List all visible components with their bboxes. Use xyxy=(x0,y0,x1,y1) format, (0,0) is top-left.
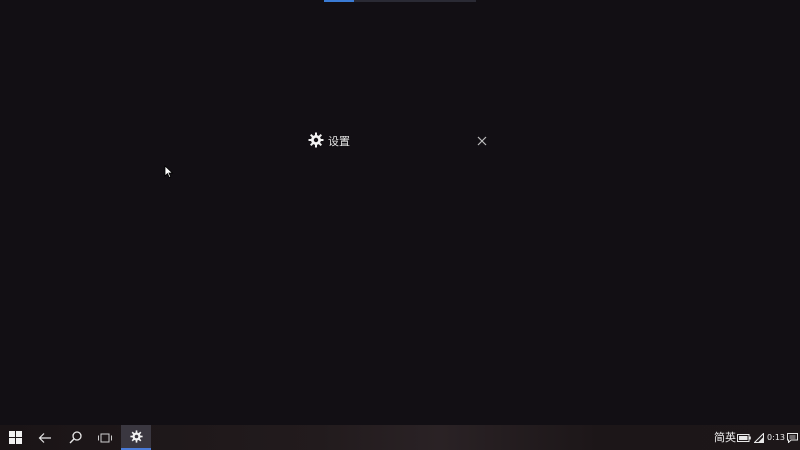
task-view-button[interactable] xyxy=(90,425,120,450)
battery-icon[interactable] xyxy=(737,433,751,442)
input-method-indicator[interactable]: 简英 xyxy=(714,425,736,450)
back-button[interactable] xyxy=(30,425,60,450)
loading-progress-fill xyxy=(324,0,355,2)
task-view-icon xyxy=(97,433,113,443)
gear-icon xyxy=(308,132,324,148)
app-splash: 设置 xyxy=(304,130,494,152)
app-title: 设置 xyxy=(328,135,350,148)
search-button[interactable] xyxy=(60,425,90,450)
back-arrow-icon xyxy=(38,432,52,444)
close-icon[interactable] xyxy=(475,133,489,147)
desktop: 设置 xyxy=(0,0,800,425)
taskbar: 简英 0:13 xyxy=(0,425,800,450)
loading-progress-bar xyxy=(324,0,476,2)
mouse-cursor-icon xyxy=(164,164,174,179)
system-tray: 简英 0:13 xyxy=(714,425,800,450)
windows-icon xyxy=(8,431,22,444)
wifi-icon[interactable] xyxy=(754,432,765,443)
notification-icon[interactable] xyxy=(787,432,798,443)
clock[interactable]: 0:13 xyxy=(767,425,785,450)
search-icon xyxy=(69,431,82,444)
taskbar-settings-app[interactable] xyxy=(121,425,151,450)
start-button[interactable] xyxy=(0,425,30,450)
gear-icon xyxy=(129,430,143,443)
